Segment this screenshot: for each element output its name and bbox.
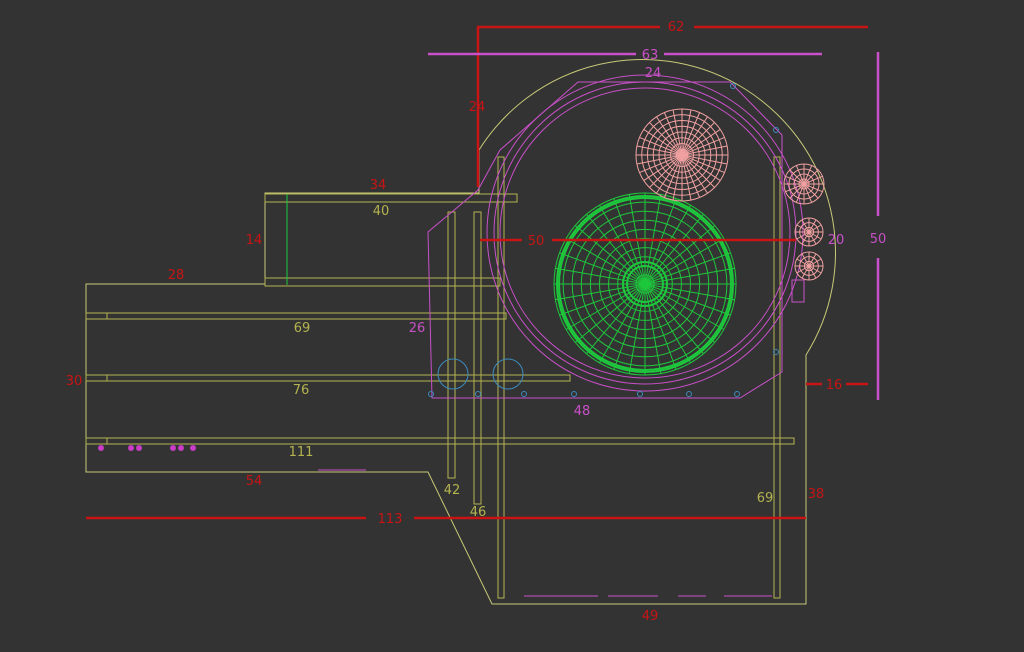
dim-50-right: 50 [870, 232, 887, 247]
upper-roller [635, 108, 729, 202]
dim-113: 113 [378, 512, 403, 527]
dim-69-bottom: 69 [757, 491, 774, 506]
dim-54: 54 [246, 474, 263, 489]
dim-48: 48 [574, 404, 591, 419]
dim-20: 20 [828, 233, 845, 248]
dim-111: 111 [289, 445, 314, 460]
dim-38: 38 [808, 487, 825, 502]
cad-drawing: 62 63 24 24 34 40 14 28 50 20 50 69 26 3… [0, 0, 1024, 652]
dim-69-top: 69 [294, 321, 311, 336]
dim-49: 49 [642, 609, 659, 624]
dim-34: 34 [370, 178, 387, 193]
dim-26: 26 [409, 321, 426, 336]
dim-24-top: 24 [645, 66, 662, 81]
dim-14: 14 [246, 233, 263, 248]
dim-62: 62 [668, 20, 685, 35]
drawing-background [0, 0, 1024, 652]
dim-30: 30 [66, 374, 83, 389]
dim-16: 16 [826, 378, 843, 393]
dim-24-left: 24 [469, 100, 486, 115]
dim-50-center: 50 [528, 234, 545, 249]
dim-40: 40 [373, 204, 390, 219]
dim-46: 46 [470, 505, 487, 520]
dim-76: 76 [293, 383, 310, 398]
dim-42: 42 [444, 483, 461, 498]
dim-28: 28 [168, 268, 185, 283]
dim-63: 63 [642, 48, 659, 63]
